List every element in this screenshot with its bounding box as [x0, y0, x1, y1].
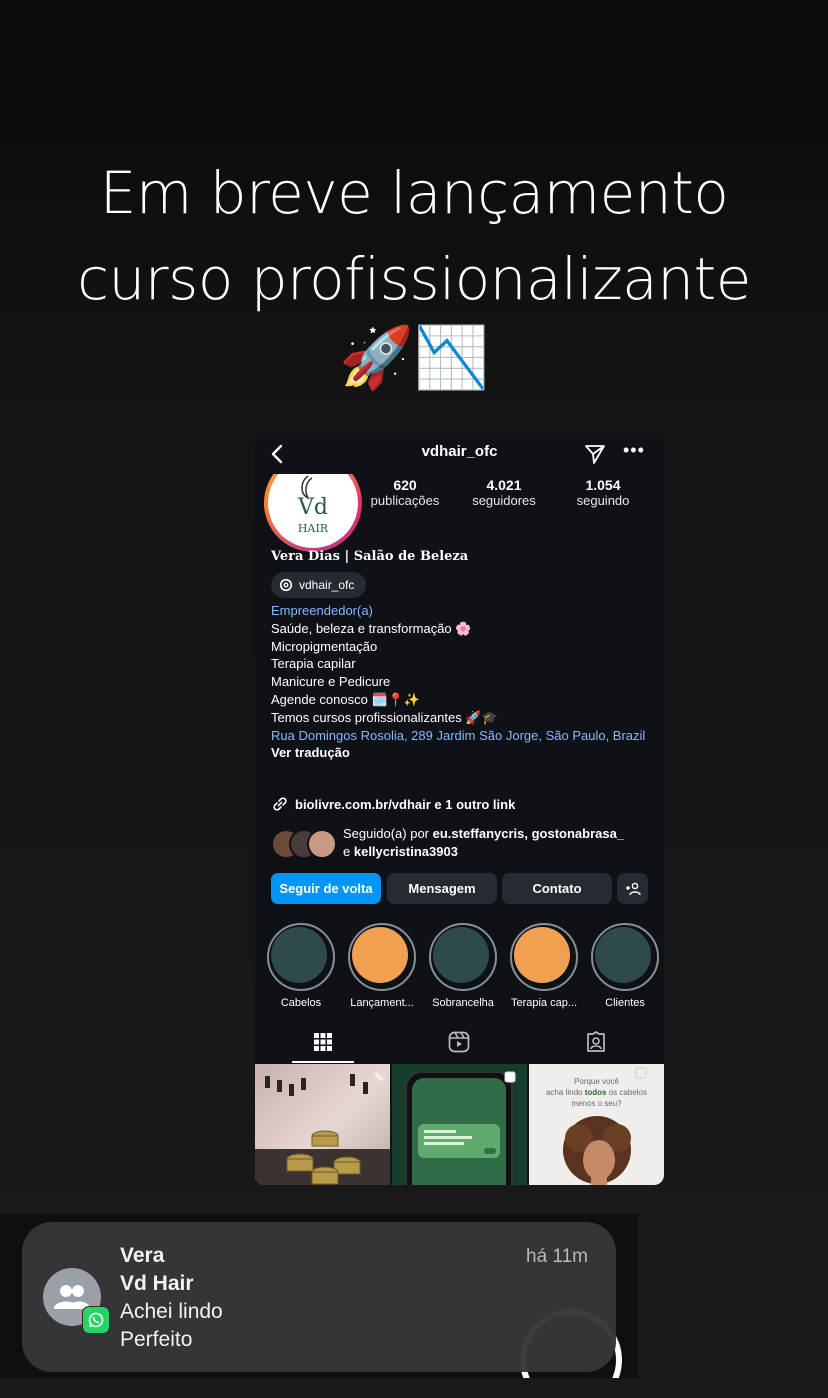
highlight-item[interactable]: Clientes	[585, 921, 664, 1009]
threads-link-pill[interactable]: vdhair_ofc	[271, 572, 367, 598]
highlight-label: Terapia cap...	[510, 997, 578, 1009]
notification-content: Vera Vd Hair Achei lindo Perfeito	[120, 1242, 223, 1354]
bio-line: Saúde, beleza e transformação 🌸	[271, 620, 472, 636]
whatsapp-notification[interactable]: Vera Vd Hair Achei lindo Perfeito há 11m	[22, 1222, 616, 1372]
threads-icon	[279, 578, 293, 592]
tab-reels[interactable]	[391, 1023, 527, 1061]
notification-message-1: Achei lindo	[120, 1300, 223, 1323]
whatsapp-icon	[82, 1306, 110, 1334]
tab-tagged[interactable]	[528, 1023, 664, 1061]
bio-line: Micropigmentação	[271, 638, 378, 654]
instagram-profile-screenshot[interactable]: vdhair_ofc ••• Vd HAIR 620 publicações 4…	[255, 437, 664, 1185]
highlight-label: Cabelos	[280, 997, 322, 1009]
headline-line-1: Em breve lançamento	[99, 159, 729, 227]
highlight-label: Clientes	[605, 997, 645, 1009]
story-highlights: Cabelos Lançament... Sobrancelha Terapia…	[267, 921, 659, 1009]
send-icon[interactable]	[583, 442, 607, 466]
story-headline: Em breve lançamento curso profissionaliz…	[0, 150, 828, 322]
grid-post[interactable]	[255, 1064, 390, 1185]
story-frame: Em breve lançamento curso profissionaliz…	[0, 0, 828, 1398]
vd-hair-logo: Vd HAIR	[268, 474, 358, 548]
follow-back-button[interactable]: Seguir de volta	[271, 873, 381, 904]
notification-sender: Vera	[120, 1244, 165, 1267]
phone-message-photo	[392, 1064, 527, 1185]
highlight-item[interactable]: Lançament...	[342, 921, 422, 1009]
bio-category: Empreendedor(a)	[271, 603, 373, 618]
profile-header-bar: vdhair_ofc •••	[255, 437, 664, 471]
threads-handle: vdhair_ofc	[299, 578, 355, 592]
bio-line: Manicure e Pedicure	[271, 674, 391, 690]
highlight-item[interactable]: Sobrancelha	[423, 921, 503, 1009]
add-person-icon	[625, 882, 641, 895]
stat-followers[interactable]: 4.021 seguidores	[462, 477, 546, 508]
external-link[interactable]: biolivre.com.br/vdhair e 1 outro link	[271, 795, 515, 813]
message-button[interactable]: Mensagem	[387, 873, 497, 904]
followed-by-names: eu.steffanycris, gostonabrasa_	[432, 826, 625, 841]
bio-address-link[interactable]: Rua Domingos Rosolia, 289 Jardim São Jor…	[271, 727, 651, 745]
stat-following[interactable]: 1.054 seguindo	[561, 477, 645, 508]
more-options-icon[interactable]: •••	[623, 440, 645, 461]
profile-avatar[interactable]: Vd HAIR	[264, 474, 362, 552]
stat-posts-label: publicações	[370, 493, 440, 508]
mutual-avatar	[307, 829, 337, 859]
reels-icon	[448, 1031, 470, 1053]
highlight-label: Lançament...	[350, 997, 414, 1009]
svg-text:Vd: Vd	[297, 495, 328, 520]
bio-line: Agende conosco 🗓️📍✨	[271, 691, 421, 707]
bio-line: Temos cursos profissionalizantes 🚀🎓	[271, 709, 498, 725]
grid-post[interactable]	[392, 1064, 527, 1185]
notification-group: Vd Hair	[120, 1272, 194, 1295]
profile-bio: Empreendedor(a) Saúde, beleza e transfor…	[271, 602, 651, 762]
stat-followers-label: seguidores	[472, 493, 536, 508]
notification-message-2: Perfeito	[120, 1328, 193, 1351]
bio-line: Terapia capilar	[271, 656, 356, 672]
grid-post[interactable]: Porque você acha lindo todos os cabelos …	[529, 1064, 664, 1185]
followed-by-prefix: Seguido(a) por	[343, 826, 429, 841]
stat-posts[interactable]: 620 publicações	[363, 477, 447, 508]
followed-by-text: Seguido(a) por eu.steffanycris, gostonab…	[343, 825, 653, 861]
stat-posts-value: 620	[393, 477, 417, 493]
tab-grid[interactable]	[255, 1023, 391, 1061]
stat-following-value: 1.054	[585, 477, 621, 493]
followed-by-row[interactable]: Seguido(a) por eu.steffanycris, gostonab…	[271, 825, 651, 861]
woman-curly-hair-photo	[563, 1067, 647, 1185]
highlight-item[interactable]: Cabelos	[261, 921, 341, 1009]
contact-button[interactable]: Contato	[502, 873, 612, 904]
product-shelf-photo	[255, 1072, 390, 1185]
active-tab-indicator	[292, 1061, 354, 1063]
headline-line-2: curso profissionalizante	[77, 245, 751, 313]
grid-icon	[314, 1033, 332, 1051]
link-icon	[273, 797, 287, 811]
see-translation-link[interactable]: Ver tradução	[271, 744, 651, 762]
highlight-label: Sobrancelha	[432, 997, 494, 1009]
tagged-icon	[587, 1031, 605, 1052]
svg-text:HAIR: HAIR	[298, 522, 329, 535]
rocket-chart-emoji: 🚀📉	[339, 324, 489, 391]
profile-tabs	[255, 1023, 664, 1063]
external-link-text: biolivre.com.br/vdhair e 1 outro link	[295, 796, 516, 812]
followed-by-conj: e	[343, 844, 351, 859]
posts-grid: Porque você acha lindo todos os cabelos …	[255, 1064, 664, 1185]
profile-display-name: Vera Dias | Salão de Beleza	[271, 549, 469, 564]
add-user-button[interactable]	[617, 873, 648, 904]
stat-followers-value: 4.021	[486, 477, 522, 493]
notification-time: há 11m	[526, 1246, 588, 1267]
highlight-item[interactable]: Terapia cap...	[504, 921, 584, 1009]
stat-following-label: seguindo	[576, 493, 630, 508]
followed-by-name-last: kellycristina3903	[353, 844, 458, 859]
